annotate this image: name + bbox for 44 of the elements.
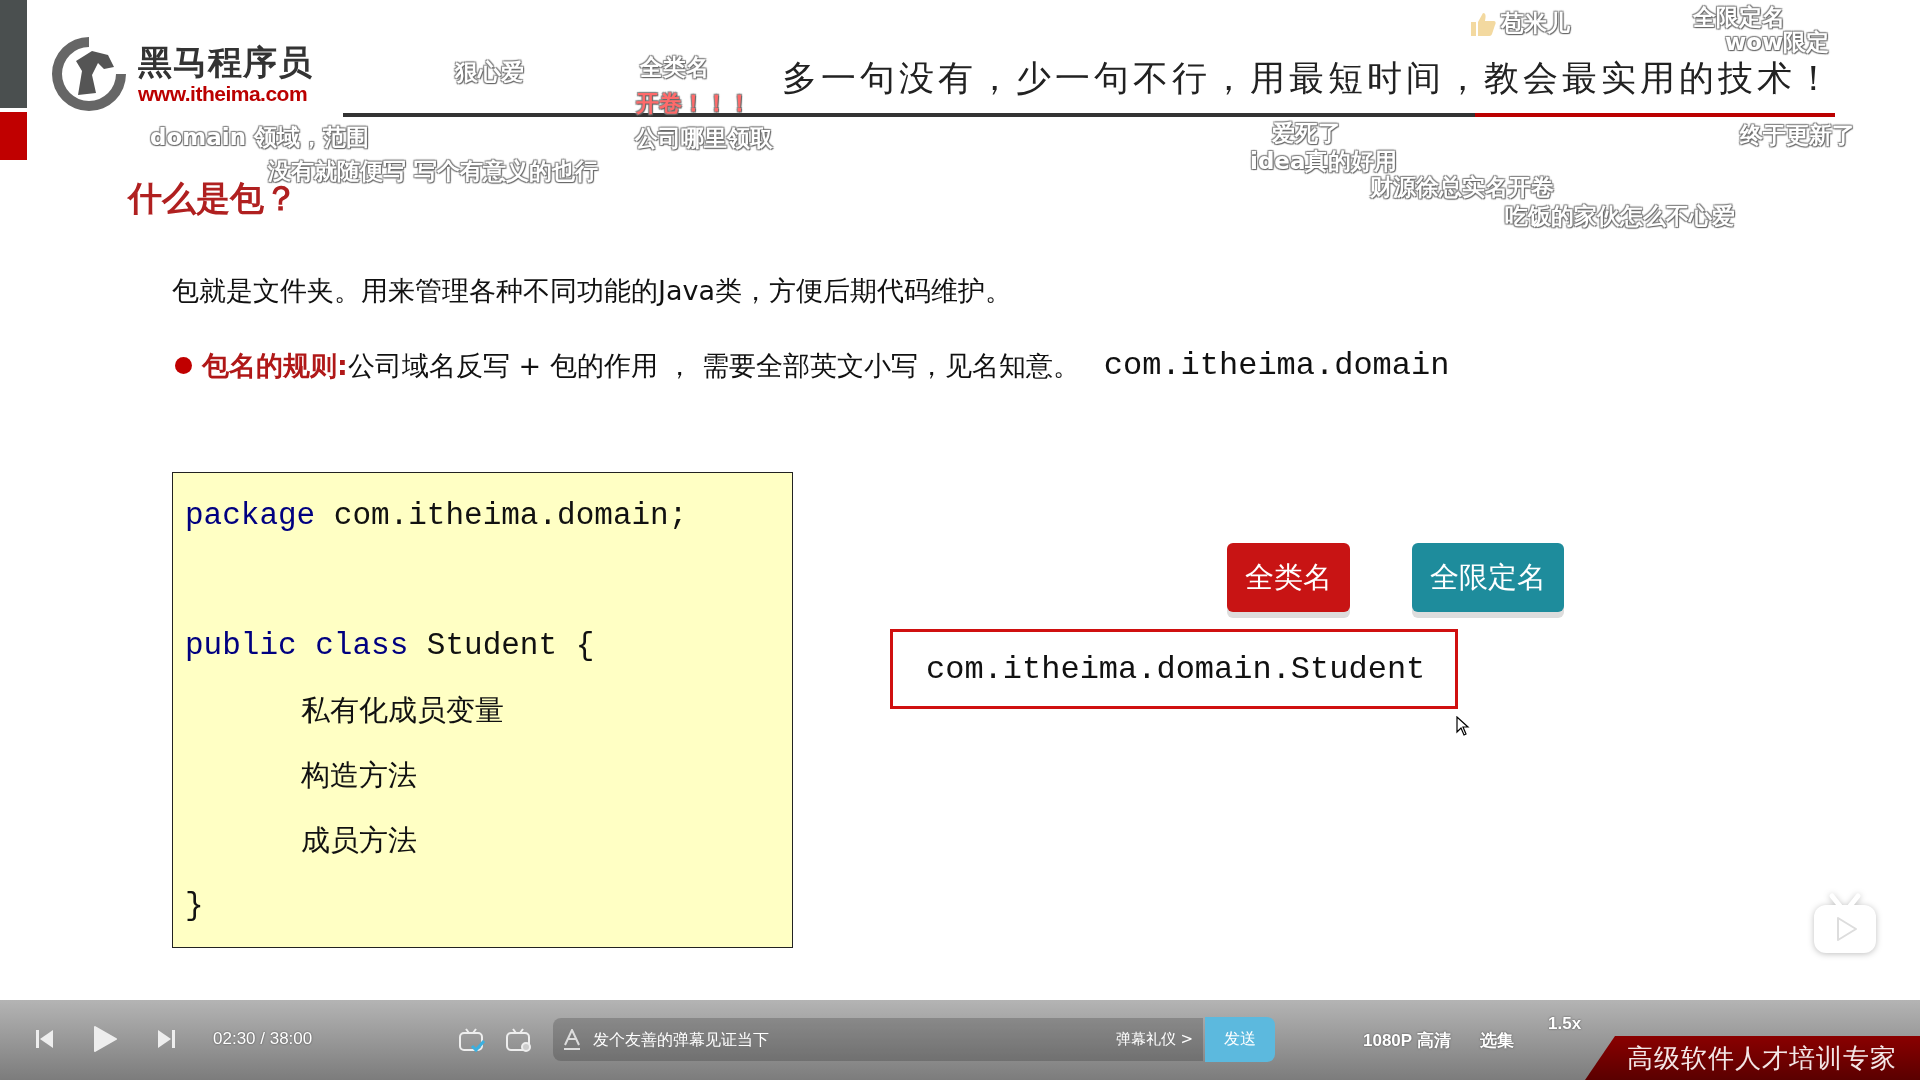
danmaku-toggle-icon[interactable] bbox=[459, 1027, 485, 1053]
code-line: 构造方法 bbox=[300, 757, 418, 794]
episodes-button[interactable]: 选集 bbox=[1480, 1029, 1514, 1052]
paragraph: 包就是文件夹。用来管理各种不同功能的Java类，方便后期代码维护。 bbox=[172, 274, 1014, 308]
danmaku-comment: 狠心爱 bbox=[455, 58, 524, 87]
danmaku-input-field[interactable]: 发个友善的弹幕见证当下 弹幕礼仪 > bbox=[553, 1018, 1203, 1061]
class-name-box: com.itheima.domain.Student bbox=[890, 629, 1458, 709]
danmaku-comment: 财源徐总实名开卷 bbox=[1370, 173, 1554, 202]
code-line: 成员方法 bbox=[300, 822, 418, 859]
danmaku-comment: domain 领域，范围 bbox=[150, 123, 370, 152]
danmaku-comment: 全限定名 bbox=[1693, 3, 1785, 31]
package-example: com.itheima.domain bbox=[1103, 347, 1450, 384]
danmaku-comment: 终于更新了 bbox=[1740, 121, 1855, 150]
code-line: package com.itheima.domain; bbox=[184, 497, 689, 535]
danmaku-comment: 开卷！！！ bbox=[636, 89, 751, 118]
speed-selector[interactable]: 1.5x bbox=[1548, 1014, 1582, 1034]
previous-icon[interactable] bbox=[36, 1030, 54, 1048]
slogan: 多一句没有，少一句不行，用最短时间，教会最实用的技术！ bbox=[782, 59, 1835, 99]
text-style-icon[interactable] bbox=[563, 1028, 581, 1051]
danmaku-settings-icon[interactable] bbox=[506, 1027, 532, 1053]
rule-text: 包名的规则:公司域名反写 + 包的作用 ， 需要全部英文小写，见名知意。 bbox=[202, 348, 1080, 383]
danmaku-comment: wow限定 bbox=[1725, 29, 1830, 57]
play-icon[interactable] bbox=[93, 1026, 117, 1052]
danmaku-comment: 全类名 bbox=[640, 53, 709, 82]
brand-url: www.itheima.com bbox=[138, 82, 309, 106]
send-button[interactable]: 发送 bbox=[1205, 1017, 1275, 1062]
danmaku-comment: idea真的好用 bbox=[1250, 147, 1398, 175]
next-icon[interactable] bbox=[157, 1030, 175, 1048]
quality-selector[interactable]: 1080P 高清 bbox=[1363, 1029, 1451, 1052]
bullet-icon bbox=[175, 357, 192, 374]
danmaku-comment: 苞米儿 bbox=[1501, 9, 1570, 38]
side-bar bbox=[0, 112, 27, 160]
danmaku-comment: 吃饭的家伙怎么不心爱 bbox=[1505, 202, 1735, 231]
danmaku-input[interactable]: 发个友善的弹幕见证当下 bbox=[591, 1029, 1106, 1050]
danmaku-comment: 爱死了 bbox=[1272, 119, 1341, 148]
etiquette-link[interactable]: 弹幕礼仪 > bbox=[1115, 1030, 1203, 1049]
slogan-banner: 高级软件人才培训专家 bbox=[1585, 1036, 1920, 1080]
code-line: 私有化成员变量 bbox=[300, 692, 505, 729]
cursor-icon bbox=[1456, 716, 1470, 736]
time-display: 02:30 / 38:00 bbox=[213, 1029, 313, 1049]
brand-name: 黑马程序员 bbox=[138, 42, 313, 82]
code-line: } bbox=[184, 887, 205, 925]
code-line: public class Student { bbox=[184, 627, 596, 665]
danmaku-comment: 公司哪里领取 bbox=[635, 124, 773, 153]
